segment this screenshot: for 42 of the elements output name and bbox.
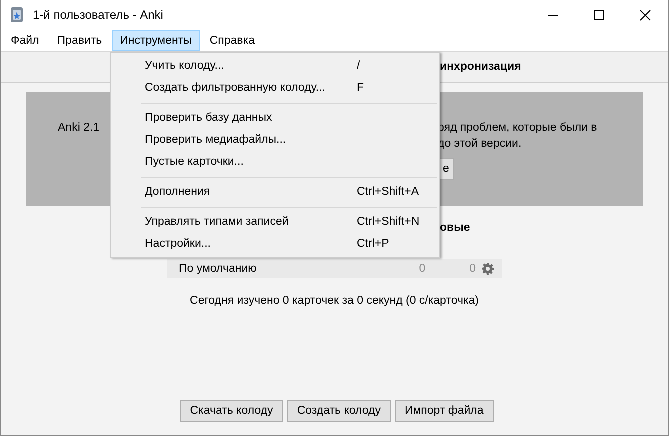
shortcut-text: F bbox=[357, 82, 364, 94]
menu-entry-label: Проверить медиафайлы... bbox=[145, 134, 288, 146]
close-icon bbox=[640, 10, 650, 20]
deck-name[interactable]: По умолчанию bbox=[179, 262, 420, 274]
menu-item[interactable]: Файл bbox=[3, 30, 48, 51]
menu-entry-label: Пустые карточки... bbox=[145, 156, 245, 168]
menu-entry-label: Дополнения bbox=[145, 186, 212, 198]
notice-text: Anki 2.1 bbox=[58, 121, 100, 136]
shortcut-text: Ctrl+Shift+A bbox=[357, 186, 419, 198]
shortcut-text: Ctrl+P bbox=[357, 238, 390, 250]
action-button[interactable]: Скачать колоду bbox=[180, 400, 284, 422]
column-header: овые bbox=[440, 222, 470, 234]
stats-text: Сегодня изучено 0 карточек за 0 секунд (0 с/карточка) bbox=[190, 294, 479, 308]
window-title: 1-й пользователь - Anki bbox=[33, 8, 164, 22]
menu-entry[interactable]: Учить колоду... / bbox=[111, 55, 439, 77]
menu-entry-label: Проверить базу данных bbox=[145, 112, 274, 124]
deck-count: 0 bbox=[470, 262, 476, 274]
menu-item[interactable]: Править bbox=[49, 30, 110, 51]
menu-entry-label: Создать фильтрованную колоду... bbox=[145, 82, 326, 94]
menu-entry[interactable]: Управлять типами записей Ctrl+Shift+N bbox=[111, 211, 439, 233]
menu-entry[interactable]: Пустые карточки... bbox=[111, 151, 439, 173]
menu-entry-label: Управлять типами записей bbox=[145, 216, 290, 228]
deck-count: 0 bbox=[419, 262, 426, 274]
gear-icon[interactable] bbox=[482, 262, 494, 274]
menu-entry-label: Учить колоду... bbox=[145, 60, 226, 72]
toolbar-link[interactable]: инхронизация bbox=[440, 61, 522, 73]
maximize-icon bbox=[594, 10, 604, 20]
menu-entry[interactable]: Проверить базу данных bbox=[111, 107, 439, 129]
deck-row[interactable]: По умолчанию 0 0 bbox=[167, 259, 502, 278]
menu-entry[interactable]: Создать фильтрованную колоду... F bbox=[111, 77, 439, 99]
app-icon bbox=[10, 7, 24, 23]
menu-entry[interactable]: Настройки... Ctrl+P bbox=[111, 233, 439, 255]
menu-item[interactable]: Инструменты bbox=[112, 30, 200, 51]
action-button[interactable]: Импорт файла bbox=[394, 400, 494, 422]
shortcut-text: / bbox=[357, 60, 360, 72]
minimize-icon bbox=[548, 14, 558, 16]
shortcut-text: Ctrl+Shift+N bbox=[357, 216, 420, 228]
menu-entry[interactable]: Дополнения Ctrl+Shift+A bbox=[111, 181, 439, 203]
menu-entry-label: Настройки... bbox=[145, 238, 212, 250]
menu-entry[interactable]: Проверить медиафайлы... bbox=[111, 129, 439, 151]
action-button[interactable]: Создать колоду bbox=[287, 400, 391, 422]
menu-item[interactable]: Справка bbox=[202, 30, 263, 51]
